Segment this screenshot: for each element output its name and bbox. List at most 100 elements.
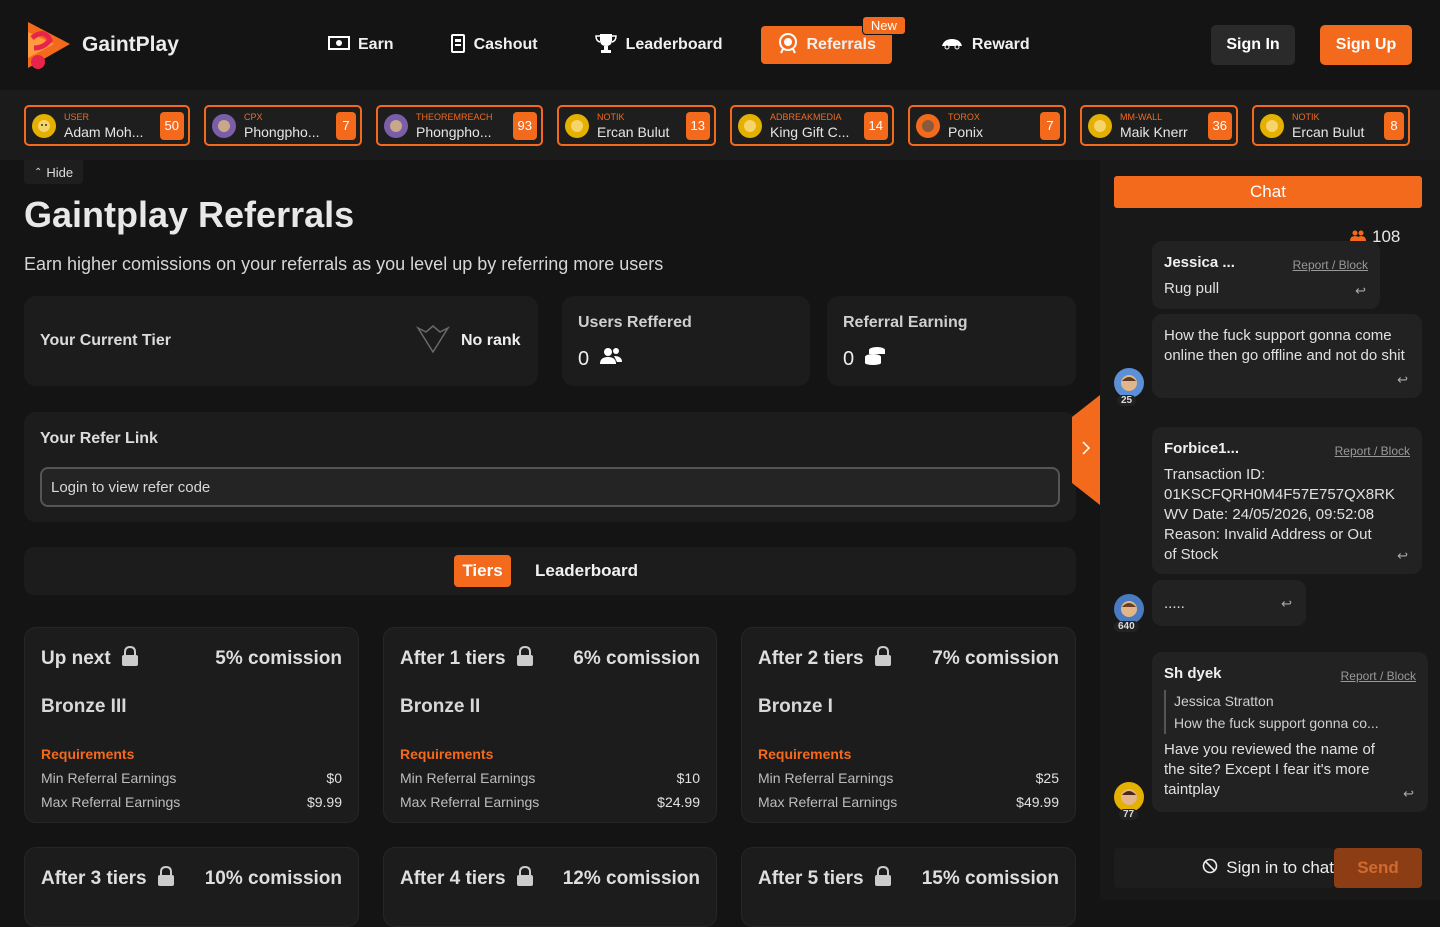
- nav-earn[interactable]: Earn: [320, 26, 402, 64]
- lock-icon: [121, 645, 139, 672]
- avatar: [32, 113, 56, 138]
- message-line: of Stock: [1164, 546, 1219, 563]
- ticker-source: NOTIK: [597, 111, 625, 122]
- reply-icon[interactable]: ↩: [1397, 370, 1408, 390]
- ticker-item[interactable]: TOROX Ponix 7: [908, 105, 1066, 146]
- nav-reward[interactable]: Reward: [932, 26, 1038, 64]
- max-earnings-label: Max Referral Earnings: [758, 794, 898, 810]
- ticker-name: Ercan Bulut: [1292, 123, 1365, 140]
- ticker-source: CPX: [244, 111, 263, 122]
- ticker-item[interactable]: THEOREMREACH Phongpho... 93: [376, 105, 543, 146]
- nav-leaderboard[interactable]: Leaderboard: [586, 26, 731, 64]
- ticker-source: MM-WALL: [1120, 111, 1163, 122]
- message-text: Transaction ID: 01KSCFQRH0M4F57E757QX8RK…: [1164, 465, 1410, 565]
- avatar[interactable]: [1114, 594, 1144, 624]
- refer-link-field[interactable]: Login to view refer code: [40, 467, 1060, 507]
- max-earnings-label: Max Referral Earnings: [41, 794, 181, 810]
- min-earnings-label: Min Referral Earnings: [758, 770, 894, 786]
- ticker-name: Adam Moh...: [64, 123, 144, 140]
- reply-icon[interactable]: ↩: [1355, 281, 1366, 301]
- tier-head: After 3 tiers: [41, 868, 147, 889]
- page-subtitle: Earn higher comissions on your referrals…: [24, 254, 664, 274]
- ticker-item[interactable]: CPX Phongpho... 7: [204, 105, 362, 146]
- cash-icon: [328, 34, 350, 57]
- ticker-amount: 50: [159, 111, 184, 140]
- send-button[interactable]: Send: [1334, 848, 1422, 888]
- sign-in-to-chat-label: Sign in to chat: [1226, 858, 1334, 877]
- message-text: How the fuck support gonna come online t…: [1164, 327, 1405, 364]
- referrals-main: Gaintplay Referrals Earn higher comissio…: [0, 160, 1100, 927]
- ticker-item[interactable]: USER Adam Moh... 50: [24, 105, 190, 146]
- avatar[interactable]: [1114, 368, 1144, 398]
- chat-message: ..... ↩: [1152, 580, 1306, 626]
- ticker-name: Phongpho...: [244, 123, 320, 140]
- main-nav: Earn Cashout Leaderboard Referrals New R…: [320, 16, 1078, 64]
- tier-card: After 5 tiers 15% comission: [741, 847, 1076, 927]
- nav-referrals[interactable]: Referrals New: [760, 16, 906, 64]
- message-text: Rug pull: [1164, 280, 1220, 297]
- avatar: [916, 113, 940, 138]
- nav-reward-label: Reward: [971, 36, 1030, 53]
- report-block-link[interactable]: Report / Block: [1341, 666, 1416, 686]
- tier-name: Bronze III: [41, 696, 127, 717]
- ticker-name: King Gift C...: [770, 123, 850, 140]
- nav-cashout[interactable]: Cashout: [442, 26, 546, 64]
- referral-earning-value: 0: [843, 347, 855, 370]
- reply-icon[interactable]: ↩: [1281, 594, 1292, 614]
- tier-head: After 1 tiers: [400, 648, 506, 669]
- quoted-author: Jessica Stratton: [1174, 693, 1274, 709]
- ticker-source: USER: [64, 111, 90, 122]
- tier-head: After 5 tiers: [758, 868, 864, 889]
- tier-card: After 3 tiers 10% comission: [24, 847, 359, 927]
- reply-icon[interactable]: ↩: [1397, 546, 1408, 566]
- message-text: Have you reviewed the name of the site? …: [1164, 740, 1416, 800]
- max-earnings-label: Max Referral Earnings: [400, 794, 540, 810]
- logo[interactable]: GaintPlay: [24, 18, 179, 72]
- avatar: [384, 113, 408, 138]
- wings-icon: [414, 324, 452, 361]
- coins-icon: [864, 346, 886, 372]
- sign-in-to-chat-button[interactable]: Sign in to chat: [1114, 848, 1334, 888]
- referral-earning-card: Referral Earning 0: [827, 296, 1076, 386]
- ticker-amount: 8: [1384, 111, 1404, 140]
- tier-commission: 6% comission: [573, 648, 700, 669]
- reply-icon[interactable]: ↩: [1403, 784, 1414, 804]
- chat-header-button[interactable]: Chat: [1114, 176, 1422, 208]
- tier-name: Bronze I: [758, 696, 833, 717]
- ticker-item[interactable]: NOTIK Ercan Bulut 8: [1252, 105, 1410, 146]
- report-block-link[interactable]: Report / Block: [1293, 255, 1368, 275]
- tier-card: Up next 5% comission Bronze III Requireme…: [24, 627, 359, 823]
- chat-message: How the fuck support gonna come online t…: [1152, 314, 1422, 398]
- report-block-link[interactable]: Report / Block: [1335, 441, 1410, 461]
- ticker-amount: 93: [512, 111, 537, 140]
- ticker-amount: 36: [1207, 111, 1232, 140]
- avatar: [565, 113, 589, 138]
- min-earnings-label: Min Referral Earnings: [400, 770, 536, 786]
- brand-name: GaintPlay: [82, 33, 179, 56]
- refer-link-label: Your Refer Link: [40, 430, 158, 447]
- lock-icon: [157, 865, 175, 892]
- ticker-item[interactable]: MM-WALL Maik Knerr 36: [1080, 105, 1238, 146]
- tier-commission: 10% comission: [204, 868, 342, 889]
- tab-leaderboard[interactable]: Leaderboard: [535, 561, 638, 581]
- chat-panel: Chat 108 Jessica ... Report / Block Rug …: [1100, 160, 1440, 900]
- max-earnings-value: $9.99: [306, 794, 342, 810]
- message-line: WV Date: 24/05/2026, 09:52:08: [1164, 506, 1375, 523]
- avatar[interactable]: [1114, 782, 1144, 812]
- message-line: Have you reviewed the name of: [1164, 741, 1375, 758]
- lock-icon: [874, 865, 892, 892]
- tier-card: After 1 tiers 6% comission Bronze II Requ…: [383, 627, 717, 823]
- max-earnings-value: $24.99: [657, 794, 700, 810]
- tier-card: After 4 tiers 12% comission: [383, 847, 717, 927]
- requirements-label: Requirements: [758, 746, 852, 762]
- quoted-text: How the fuck support gonna co...: [1174, 715, 1379, 731]
- sign-up-button[interactable]: Sign Up: [1320, 25, 1412, 65]
- sign-in-button[interactable]: Sign In: [1211, 25, 1295, 65]
- nav-cashout-label: Cashout: [473, 36, 538, 53]
- tab-tiers[interactable]: Tiers: [454, 555, 511, 587]
- ticker-item[interactable]: ADBREAKMEDIA King Gift C... 14: [730, 105, 894, 146]
- min-earnings-label: Min Referral Earnings: [41, 770, 177, 786]
- tier-head: After 2 tiers: [758, 648, 864, 669]
- ticker-item[interactable]: NOTIK Ercan Bulut 13: [557, 105, 716, 146]
- new-badge: New: [861, 16, 906, 35]
